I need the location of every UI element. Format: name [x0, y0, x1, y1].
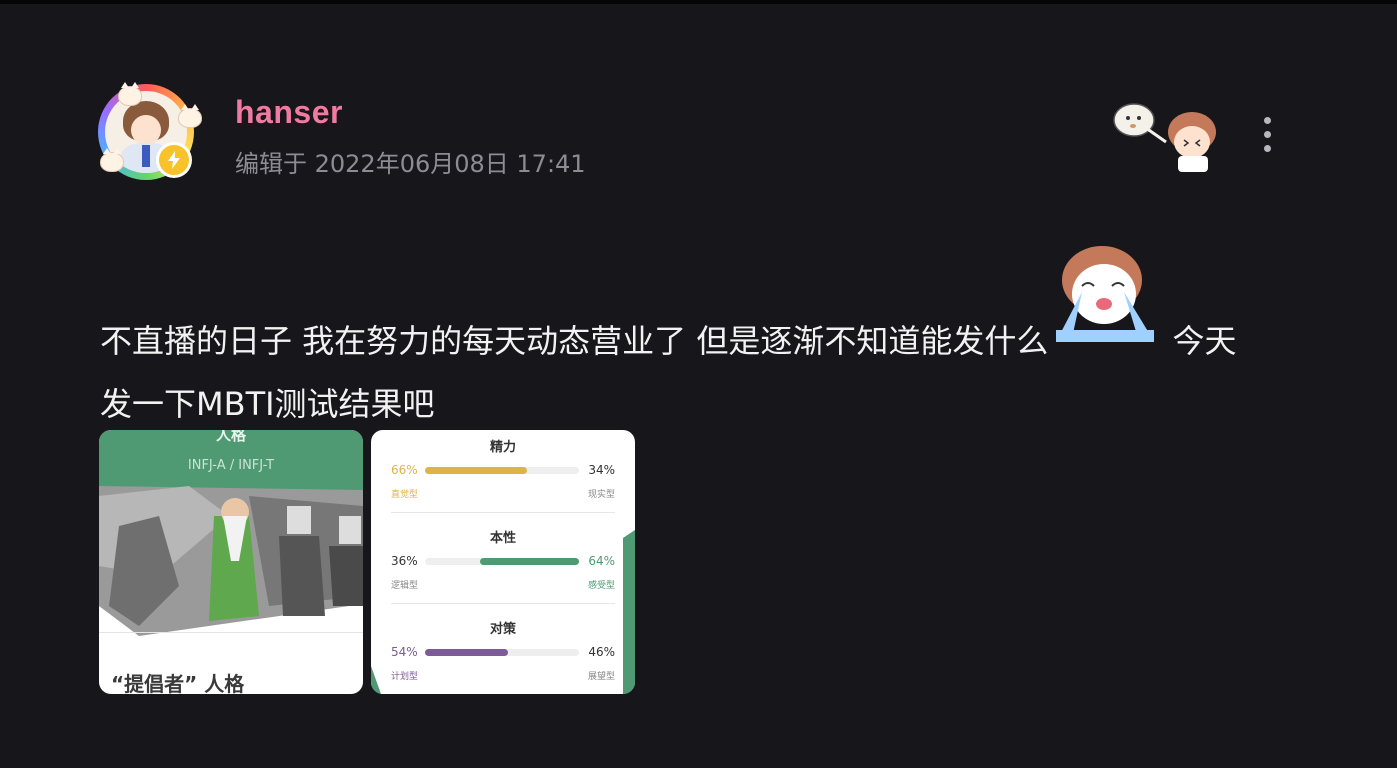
lightning-icon [168, 151, 180, 169]
trait-left-label: 逻辑型 [391, 581, 419, 591]
avatar-cat-decoration [118, 82, 142, 106]
username[interactable]: hanser [235, 94, 343, 131]
edit-timestamp: 编辑于 2022年06月08日 17:41 [235, 150, 586, 178]
trait-title: 本性 [489, 531, 516, 546]
trait-bar [425, 558, 579, 565]
trait-title: 对策 [489, 622, 516, 637]
trait-divider [391, 603, 615, 604]
trait-row: 对策 54% 46% 计划型 展望型 [391, 618, 615, 688]
trait-left-percent: 36% [391, 554, 418, 568]
card-accent-left [371, 666, 381, 694]
trait-right-label: 感受型 [587, 581, 615, 591]
trait-left-label: 直觉型 [391, 490, 419, 500]
post-text-line-2: 发一下MBTI测试结果吧 [100, 385, 435, 423]
post-text-segment: 今天 [1162, 322, 1237, 360]
trait-right-label: 展望型 [587, 672, 615, 682]
decoration-sticker [1113, 103, 1216, 172]
trait-left-percent: 54% [391, 645, 418, 659]
trait-bar-fill [480, 558, 579, 565]
trait-bar-fill [425, 649, 508, 656]
verified-badge [156, 142, 192, 178]
post-text-segment: 不直播的日子 我在努力的每天动态营业了 但是逐渐不知道能发什么 [100, 322, 1049, 360]
trait-bar-fill [425, 467, 527, 474]
trait-row: 本性 36% 64% 逻辑型 感受型 [391, 527, 615, 597]
card-accent-right [623, 530, 635, 694]
personality-title: 人格 [215, 430, 246, 444]
personality-type-code: INFJ-A / INFJ-T [187, 458, 275, 473]
trait-divider [391, 512, 615, 513]
trait-left-label: 计划型 [391, 672, 419, 682]
avatar-cat-decoration [178, 104, 202, 128]
trait-right-percent: 34% [588, 463, 615, 477]
avatar-cat-decoration [100, 148, 124, 172]
more-vertical-icon [1263, 116, 1271, 124]
trait-row: 精力 66% 34% 直觉型 现实型 [391, 436, 615, 506]
trait-right-percent: 64% [588, 554, 615, 568]
trait-bar [425, 467, 579, 474]
trait-title: 精力 [489, 440, 516, 455]
trait-left-percent: 66% [391, 463, 418, 477]
trait-right-label: 现实型 [587, 490, 615, 500]
post-content: 不直播的日子 我在努力的每天动态营业了 但是逐渐不知道能发什么 今天 发一下MB… [100, 246, 1300, 432]
top-bar [0, 0, 1397, 4]
trait-right-percent: 46% [588, 645, 615, 659]
post-image-traits[interactable]: 精力 66% 34% 直觉型 现实型本性 36% 64% 逻辑型 感受型对策 54% 46% 计划型 展… [371, 430, 635, 694]
trait-bar [425, 649, 579, 656]
more-options-button[interactable] [1252, 112, 1282, 156]
advocate-illustration [99, 486, 363, 636]
avatar[interactable] [98, 82, 202, 180]
personality-name: “提倡者” 人格 [111, 672, 245, 694]
crying-emoji-sticker [1056, 246, 1155, 342]
post-image-personality[interactable]: 人格 INFJ-A / INFJ-T “提倡者” 人格 [99, 430, 363, 694]
